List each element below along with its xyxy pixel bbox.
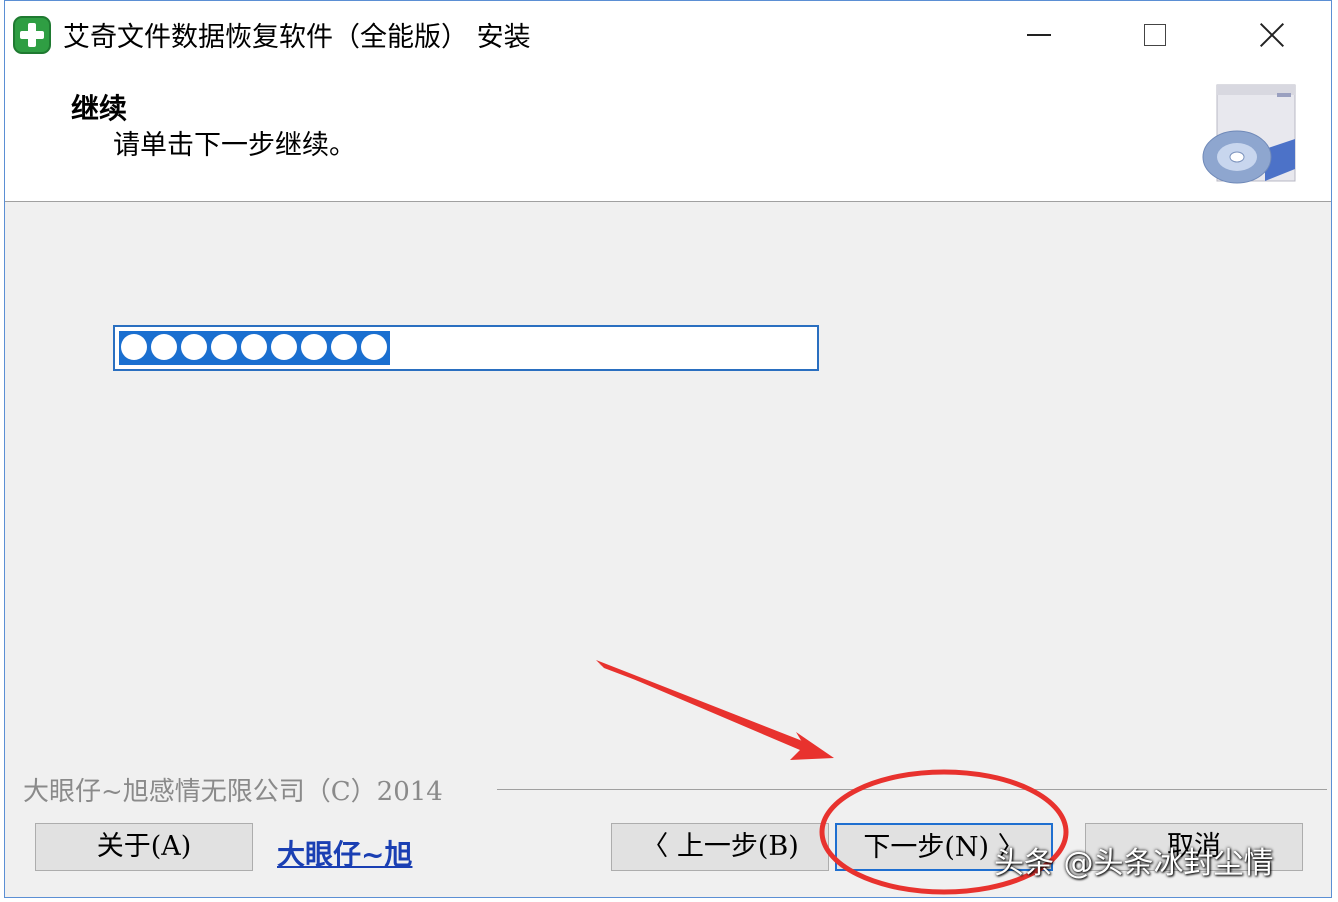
annotation-overlay [596, 660, 1069, 895]
annotation-arrow-shaft [596, 660, 810, 746]
watermark-text: 头条 @头条冰封尘情 [994, 846, 1274, 881]
